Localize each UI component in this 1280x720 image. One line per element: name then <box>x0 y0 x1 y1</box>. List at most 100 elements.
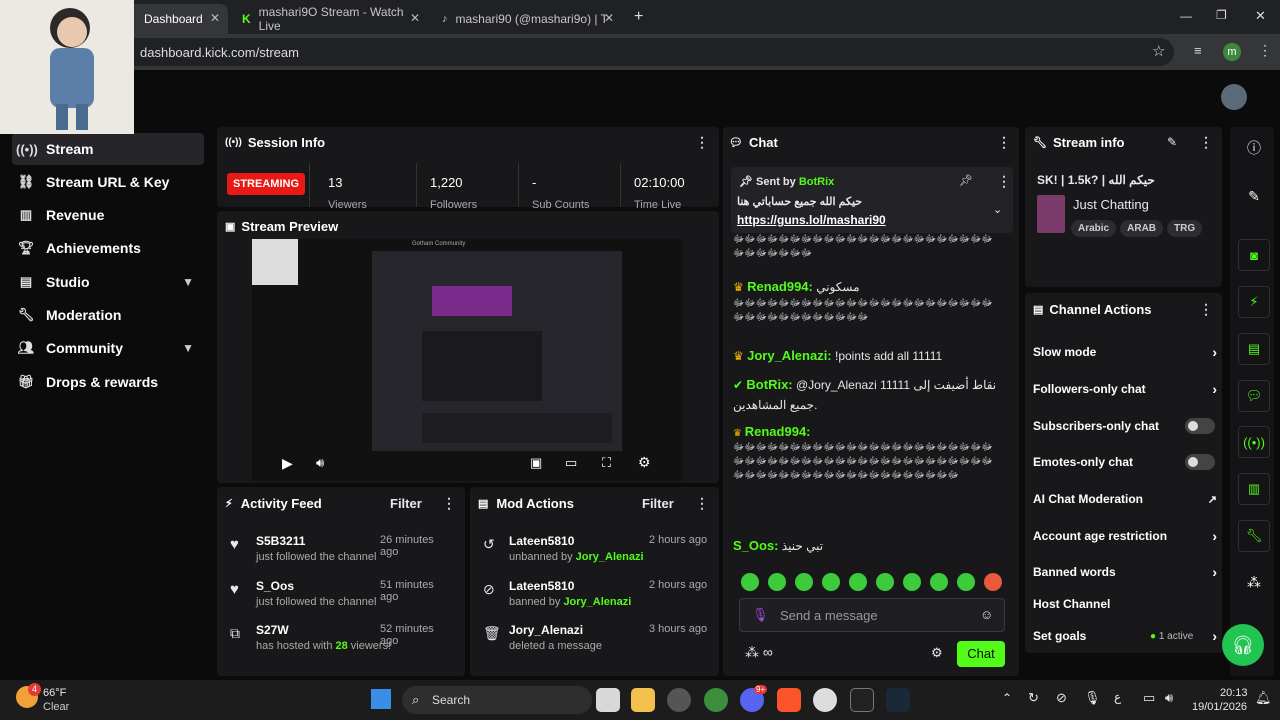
more-options-icon[interactable]: ⋮ <box>1199 134 1213 151</box>
emote-icon[interactable] <box>822 573 840 591</box>
sidebar-item-stream-url[interactable]: ⛓ Stream URL & Key <box>12 166 204 198</box>
close-tab-icon[interactable]: ✕ <box>210 11 220 25</box>
pinned-options-icon[interactable]: ⋮ <box>997 173 1011 190</box>
mod-filter-button[interactable]: Filter <box>642 496 674 511</box>
url-field[interactable]: dashboard.kick.com/stream <box>8 38 1174 66</box>
app-icon[interactable] <box>667 688 691 712</box>
notification-icon[interactable]: 🔔︎ <box>1255 690 1272 706</box>
tab-tiktok[interactable]: ♪ mashari90 (@mashari9o) | TikTo ✕ <box>432 4 622 34</box>
emote-icon[interactable] <box>849 573 867 591</box>
sidebar-item-studio[interactable]: ▤ Studio ▼ <box>12 266 204 298</box>
bookmark-star-icon[interactable]: ☆ <box>1152 42 1165 60</box>
slow-mode-row[interactable]: Slow mode › <box>1033 337 1219 367</box>
tag[interactable]: TRG <box>1167 220 1203 237</box>
share-icon[interactable]: ⁂ <box>1238 566 1270 598</box>
windows-start-icon[interactable] <box>371 689 391 709</box>
tag[interactable]: Arabic <box>1071 220 1117 237</box>
send-chat-button[interactable]: Chat <box>957 641 1005 667</box>
fullscreen-icon[interactable]: ⛶ <box>602 455 611 471</box>
emoji-icon[interactable]: ☺ <box>980 607 993 622</box>
language-indicator[interactable]: ع <box>1114 690 1121 704</box>
more-options-icon[interactable]: ⋮ <box>1199 301 1213 318</box>
account-age-row[interactable]: Account age restriction › <box>1033 521 1219 551</box>
theater-icon[interactable]: ▭ <box>565 455 577 471</box>
edit-icon[interactable]: ✎ <box>1238 180 1270 212</box>
emote-icon[interactable] <box>903 573 921 591</box>
pinned-link[interactable]: https://guns.lol/mashari90 <box>737 213 886 227</box>
banned-words-row[interactable]: Banned words › <box>1033 557 1219 587</box>
sidebar-item-achievements[interactable]: 🏆︎ Achievements <box>12 232 204 264</box>
sidebar-item-community[interactable]: 👥︎ Community ▼ <box>12 332 204 364</box>
activity-filter-button[interactable]: Filter <box>390 496 422 511</box>
more-options-icon[interactable]: ⋮ <box>695 134 709 151</box>
file-explorer-icon[interactable] <box>631 688 655 712</box>
network-icon[interactable]: ▭ <box>1143 690 1155 706</box>
volume-icon[interactable]: 🔊︎ <box>316 455 324 471</box>
edit-icon[interactable]: ✎ <box>1167 135 1177 149</box>
clock-time[interactable]: 20:13 <box>1220 687 1248 699</box>
more-options-icon[interactable]: ⋮ <box>695 495 709 512</box>
unpin-icon[interactable]: 📌︎ <box>959 174 973 187</box>
video-player[interactable]: Gotham Community ▶ 🔊︎ ▣ ▭ ⛶ ⚙ <box>252 239 682 481</box>
sidebar-item-revenue[interactable]: ▥ Revenue <box>12 199 204 231</box>
capture-icon[interactable]: ◙ <box>1238 239 1270 271</box>
info-icon[interactable]: ⓘ <box>1238 132 1270 164</box>
bolt-icon[interactable]: ⚡︎ <box>1238 286 1270 318</box>
capcut-icon[interactable] <box>850 688 874 712</box>
kick-points-icon[interactable]: ⁂ ∞ <box>745 644 773 661</box>
steam-icon[interactable] <box>886 688 910 712</box>
browser-menu-icon[interactable]: ⋮ <box>1258 42 1272 59</box>
emote-icon[interactable] <box>930 573 948 591</box>
sidebar-item-moderation[interactable]: 🔧︎ Moderation <box>12 299 204 331</box>
tray-app-icon[interactable]: ↻ <box>1028 690 1039 706</box>
tab-kick-stream[interactable]: K mashari9O Stream - Watch Live ✕ <box>232 4 428 34</box>
taskbar-search[interactable]: ⌕ Search <box>402 686 592 714</box>
subscribers-only-toggle[interactable] <box>1185 418 1215 434</box>
media-control-icon[interactable]: ≡ <box>1194 43 1202 58</box>
layout-icon[interactable]: ▥ <box>1238 473 1270 505</box>
volume-icon[interactable]: 🔊︎ <box>1165 690 1173 706</box>
sidebar-item-drops[interactable]: 🎁︎ Drops & rewards <box>12 366 204 398</box>
document-icon[interactable]: ▤ <box>1238 333 1270 365</box>
emotes-only-toggle[interactable] <box>1185 454 1215 470</box>
more-options-icon[interactable]: ⋮ <box>442 495 456 512</box>
chat-settings-icon[interactable]: ⚙ <box>931 645 943 661</box>
tag[interactable]: ARAB <box>1120 220 1164 237</box>
ai-moderation-row[interactable]: AI Chat Moderation ↗ <box>1033 484 1219 514</box>
profile-avatar[interactable]: m <box>1223 43 1241 61</box>
pip-icon[interactable]: ▣ <box>530 455 542 471</box>
restore-icon[interactable]: ❐ <box>1216 8 1227 22</box>
tab-dashboard[interactable]: Dashboard ✕ <box>120 4 228 34</box>
brave-icon[interactable] <box>777 688 801 712</box>
support-headset-icon[interactable]: 🎧︎ <box>1222 624 1264 666</box>
host-channel-row[interactable]: Host Channel <box>1033 589 1219 619</box>
obs-icon[interactable] <box>813 688 837 712</box>
emote-icon[interactable] <box>984 573 1002 591</box>
emote-icon[interactable] <box>957 573 975 591</box>
emote-icon[interactable] <box>741 573 759 591</box>
minimize-icon[interactable]: — <box>1180 9 1192 23</box>
emote-icon[interactable] <box>795 573 813 591</box>
user-avatar[interactable] <box>1221 84 1247 110</box>
new-tab-button[interactable]: + <box>634 8 643 26</box>
broadcast-icon[interactable]: ((•)) <box>1238 426 1270 458</box>
chevron-down-icon[interactable]: ⌄ <box>993 203 1002 216</box>
close-window-icon[interactable]: ✕ <box>1255 8 1266 24</box>
chrome-icon[interactable] <box>704 688 728 712</box>
settings-icon[interactable]: ⚙ <box>638 454 651 471</box>
chat-icon[interactable]: 💬︎ <box>1238 380 1270 412</box>
emote-icon[interactable] <box>768 573 786 591</box>
close-tab-icon[interactable]: ✕ <box>604 11 614 25</box>
close-tab-icon[interactable]: ✕ <box>410 11 420 25</box>
play-icon[interactable]: ▶ <box>282 455 293 472</box>
tray-chevron-icon[interactable]: ⌃ <box>1002 691 1012 705</box>
mic-icon[interactable]: 🎙︎ <box>752 607 769 623</box>
emote-icon[interactable] <box>876 573 894 591</box>
task-view-icon[interactable] <box>596 688 620 712</box>
clock-date[interactable]: 19/01/2026 <box>1192 701 1247 713</box>
more-options-icon[interactable]: ⋮ <box>997 134 1011 151</box>
tray-app-icon[interactable]: ⊘ <box>1056 690 1067 706</box>
chat-input[interactable]: 🎙︎ Send a message ☺ <box>739 598 1005 632</box>
followers-only-row[interactable]: Followers-only chat › <box>1033 374 1219 404</box>
sidebar-item-stream[interactable]: ((•)) Stream <box>12 133 204 165</box>
